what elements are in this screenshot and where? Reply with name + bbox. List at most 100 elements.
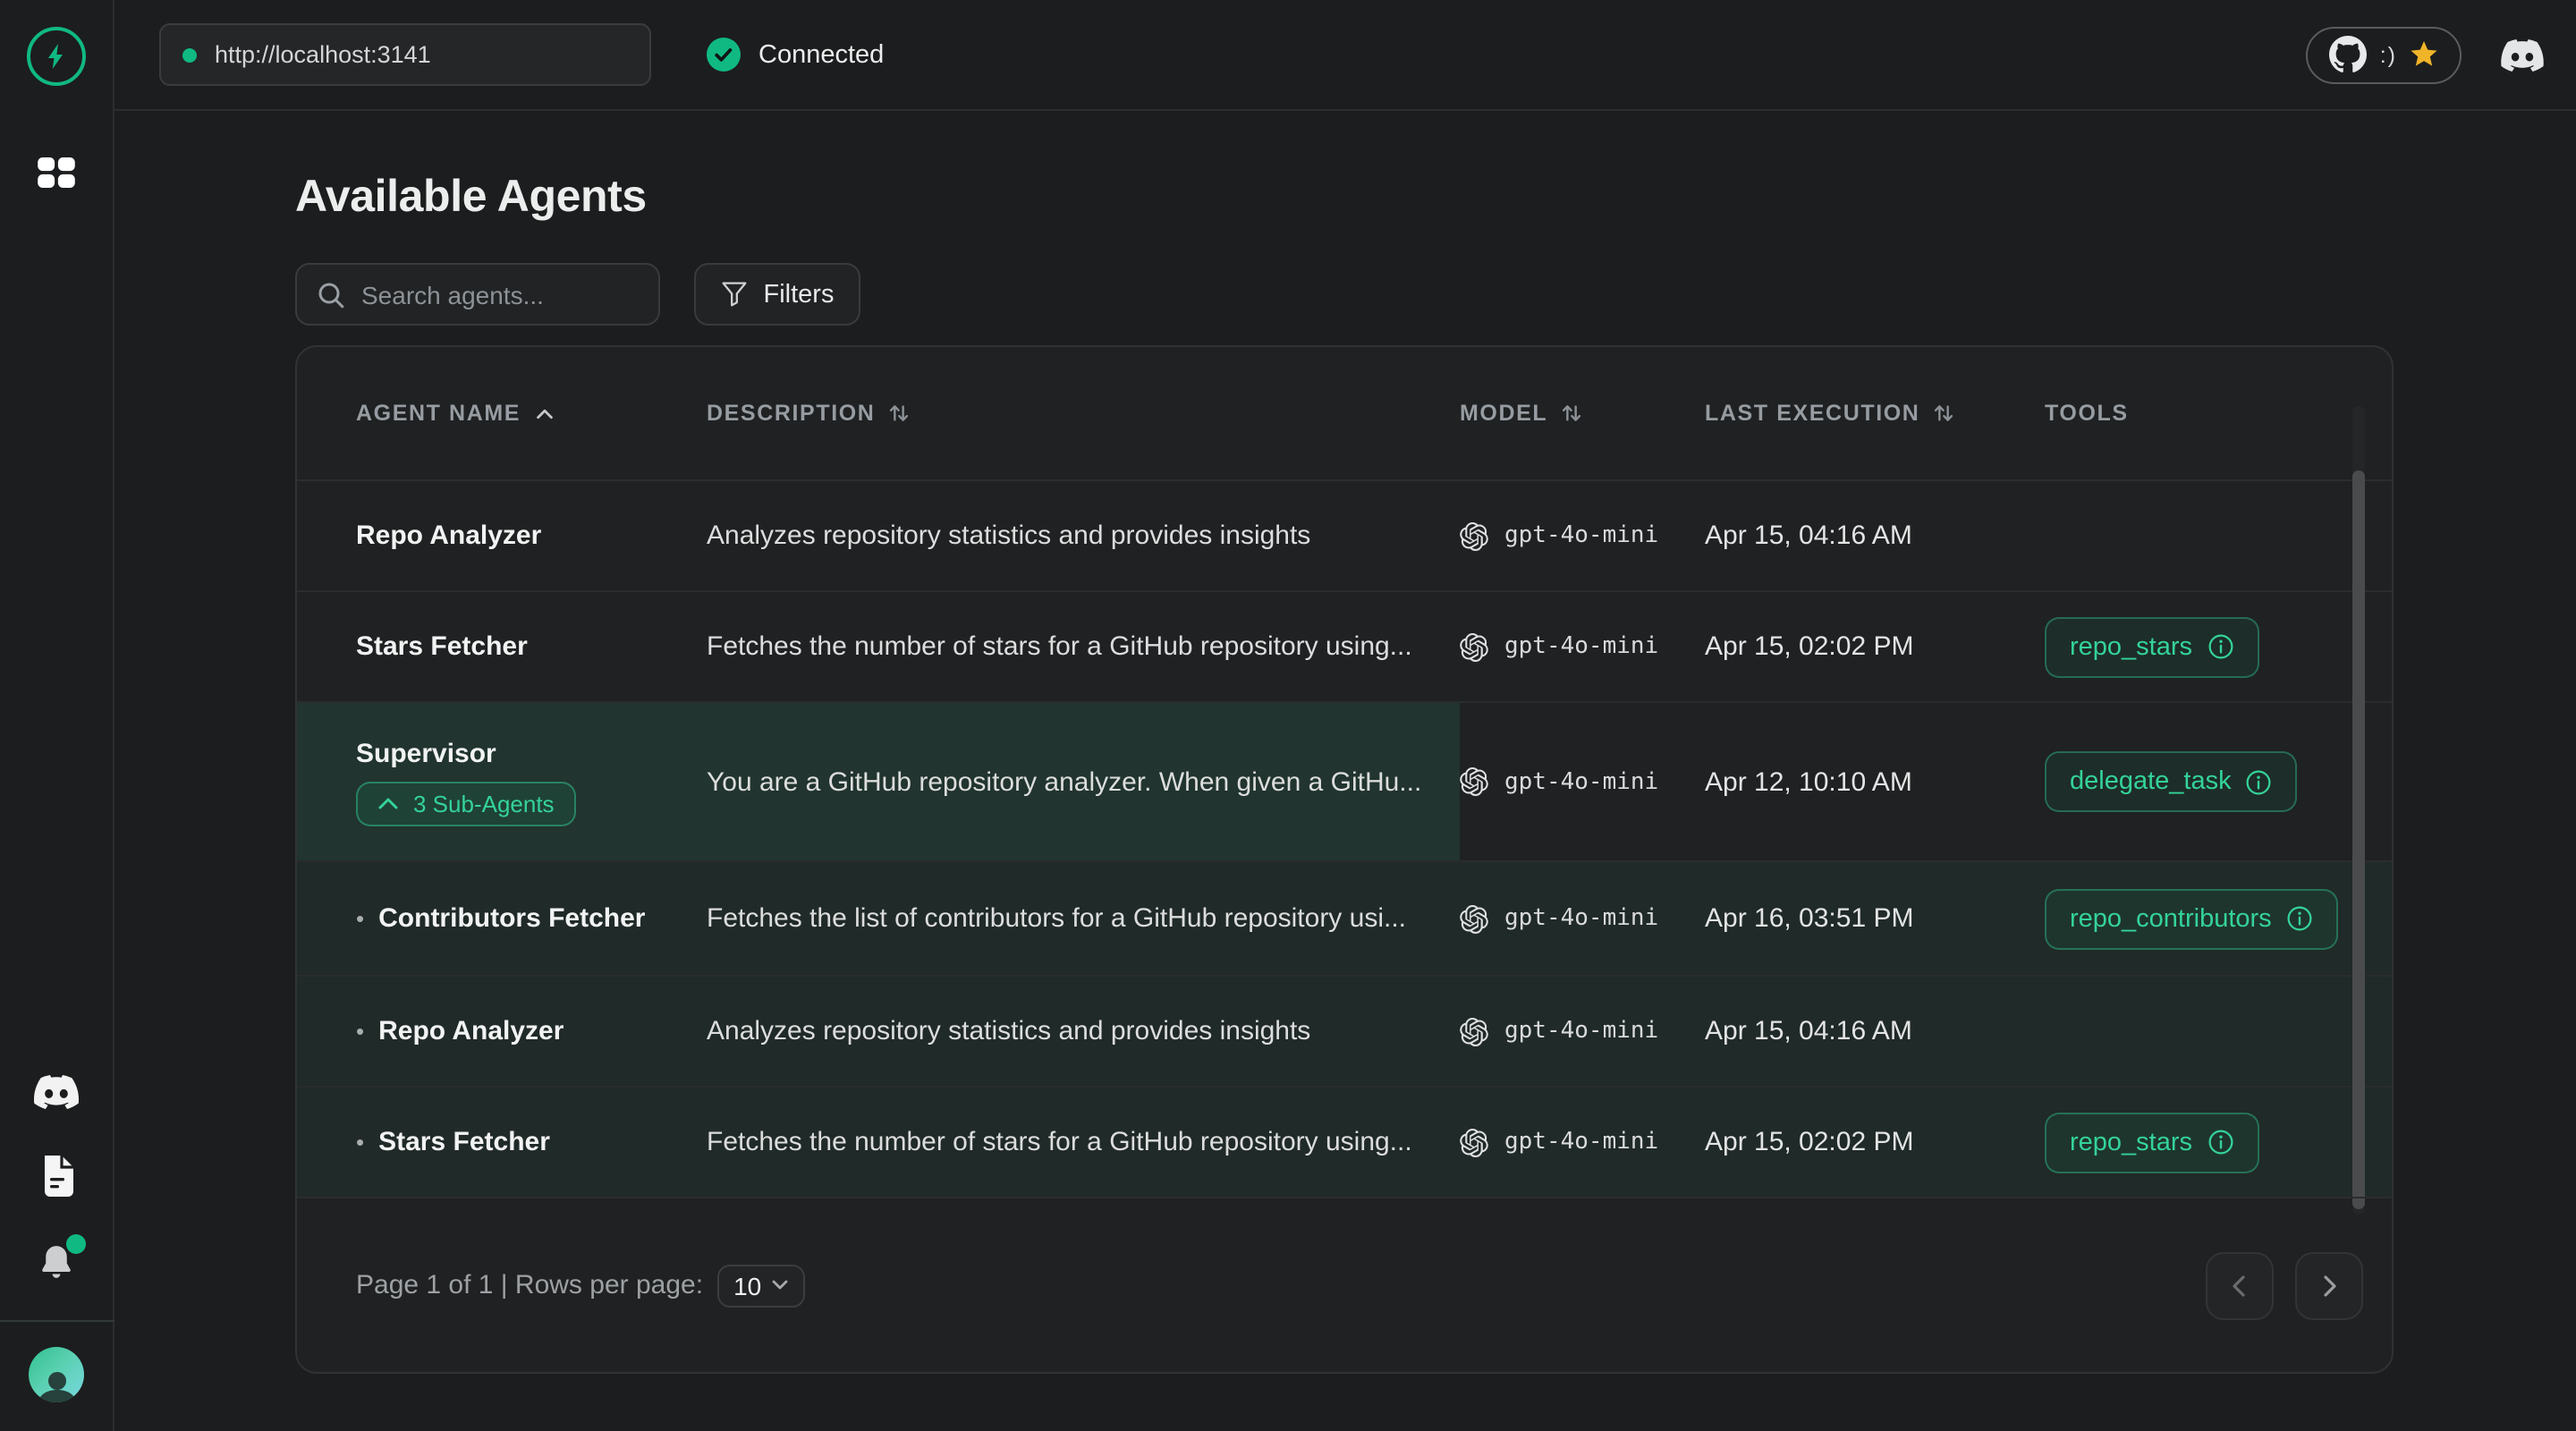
notification-dot — [66, 1234, 86, 1254]
sub-agents-toggle[interactable]: 3 Sub-Agents — [356, 781, 576, 826]
column-header-agent-name[interactable]: AGENT NAME — [297, 401, 707, 426]
tool-badge-repo-stars[interactable]: repo_stars — [2045, 1112, 2258, 1173]
sidebar-item-discord[interactable] — [34, 1075, 79, 1109]
info-icon — [2286, 905, 2313, 932]
sub-agent-bullet: • — [356, 1129, 364, 1156]
tools-cell: repo_stars — [2045, 616, 2394, 677]
sub-agent-bullet: • — [356, 1018, 364, 1045]
agent-model: gpt-4o-mini — [1460, 521, 1705, 550]
sidebar-item-dashboard[interactable] — [38, 157, 75, 188]
server-url-value: http://localhost:3141 — [215, 41, 431, 68]
column-header-model[interactable]: MODEL — [1460, 401, 1705, 426]
table-header-row: AGENT NAME DESCRIPTION MODEL — [297, 347, 2392, 481]
tool-name: repo_contributors — [2070, 904, 2272, 933]
tool-badge-repo-contributors[interactable]: repo_contributors — [2045, 888, 2338, 949]
column-label: TOOLS — [2045, 401, 2129, 426]
column-header-description[interactable]: DESCRIPTION — [707, 401, 1460, 426]
column-label: DESCRIPTION — [707, 401, 875, 426]
agent-model: gpt-4o-mini — [1460, 1128, 1705, 1156]
tool-name: repo_stars — [2070, 1128, 2192, 1156]
model-name: gpt-4o-mini — [1504, 768, 1658, 795]
sidebar-item-docs[interactable] — [38, 1156, 74, 1197]
connection-status: Connected — [707, 38, 884, 72]
model-name: gpt-4o-mini — [1504, 1018, 1658, 1045]
tools-cell: repo_stars — [2045, 1112, 2394, 1173]
tools-cell: repo_contributors — [2045, 888, 2394, 949]
model-name: gpt-4o-mini — [1504, 905, 1658, 932]
agent-description: Fetches the list of contributors for a G… — [707, 903, 1460, 934]
last-execution: Apr 15, 04:16 AM — [1705, 1016, 2045, 1046]
agent-name: Supervisor — [356, 738, 496, 768]
column-label: MODEL — [1460, 401, 1547, 426]
chevron-left-icon — [2225, 1271, 2254, 1300]
discord-icon — [2501, 38, 2544, 71]
sort-both-icon — [887, 401, 911, 426]
user-avatar[interactable] — [29, 1347, 84, 1402]
agent-name: Contributors Fetcher — [378, 903, 645, 934]
next-page-button[interactable] — [2295, 1251, 2363, 1319]
rows-per-page-value: 10 — [733, 1271, 761, 1300]
openai-icon — [1460, 1128, 1488, 1156]
agent-model: gpt-4o-mini — [1460, 767, 1705, 796]
last-execution: Apr 15, 04:16 AM — [1705, 521, 2045, 551]
info-icon — [2207, 633, 2233, 660]
table-pagination: Page 1 of 1 | Rows per page: 10 — [297, 1197, 2392, 1372]
search-agents-box[interactable] — [295, 263, 660, 326]
tool-badge-delegate-task[interactable]: delegate_task — [2045, 751, 2298, 812]
agent-name-cell: Supervisor 3 Sub-Agents — [297, 738, 707, 826]
agent-description: Fetches the number of stars for a GitHub… — [707, 1127, 1460, 1157]
main-content: Available Agents Filters AGENT NAME — [114, 111, 2576, 1431]
agent-description: Analyzes repository statistics and provi… — [707, 521, 1460, 551]
topbar: http://localhost:3141 Connected :) — [114, 0, 2576, 111]
table-row-repo-analyzer[interactable]: Repo Analyzer Analyzes repository statis… — [297, 481, 2392, 592]
openai-icon — [1460, 632, 1488, 661]
last-execution: Apr 15, 02:02 PM — [1705, 1127, 2045, 1157]
agent-name: Stars Fetcher — [378, 1127, 550, 1157]
model-name: gpt-4o-mini — [1504, 522, 1658, 549]
column-label: LAST EXECUTION — [1705, 401, 1919, 426]
agents-table-card: AGENT NAME DESCRIPTION MODEL — [295, 345, 2394, 1374]
rows-per-page-select[interactable]: 10 — [717, 1264, 804, 1307]
column-header-tools: TOOLS — [2045, 401, 2394, 426]
column-header-last-execution[interactable]: LAST EXECUTION — [1705, 401, 2045, 426]
chevron-down-icon — [770, 1279, 788, 1291]
table-row-sub-stars-fetcher[interactable]: • Stars Fetcher Fetches the number of st… — [297, 1088, 2392, 1198]
agent-name-cell: • Stars Fetcher — [297, 1127, 707, 1157]
sidebar-item-notifications[interactable] — [38, 1243, 75, 1281]
discord-link[interactable] — [2501, 38, 2544, 71]
sub-agents-count-label: 3 Sub-Agents — [413, 790, 555, 817]
agent-description: Analyzes repository statistics and provi… — [707, 1016, 1460, 1046]
sort-ascending-icon — [533, 402, 556, 425]
app-window: http://localhost:3141 Connected :) — [0, 0, 2576, 1431]
tool-name: repo_stars — [2070, 632, 2192, 661]
openai-icon — [1460, 521, 1488, 550]
document-icon — [38, 1156, 74, 1197]
tools-cell: delegate_task — [2045, 751, 2394, 812]
app-logo[interactable] — [27, 27, 86, 86]
table-row-supervisor[interactable]: Supervisor 3 Sub-Agents You are a GitHub… — [297, 703, 2392, 862]
openai-icon — [1460, 1017, 1488, 1046]
grid-icon — [38, 157, 75, 188]
agent-name: Stars Fetcher — [297, 631, 707, 662]
agent-name: Repo Analyzer — [378, 1016, 564, 1046]
table-scrollbar-thumb[interactable] — [2352, 470, 2365, 1209]
agent-description: You are a GitHub repository analyzer. Wh… — [707, 766, 1460, 797]
server-status-dot — [182, 47, 197, 62]
table-row-sub-repo-analyzer[interactable]: • Repo Analyzer Analyzes repository stat… — [297, 977, 2392, 1088]
table-row-stars-fetcher[interactable]: Stars Fetcher Fetches the number of star… — [297, 592, 2392, 703]
tool-badge-repo-stars[interactable]: repo_stars — [2045, 616, 2258, 677]
previous-page-button[interactable] — [2206, 1251, 2274, 1319]
column-label: AGENT NAME — [356, 401, 521, 426]
search-input[interactable] — [361, 280, 639, 309]
person-silhouette-icon — [33, 1367, 80, 1402]
table-row-sub-contributors-fetcher[interactable]: • Contributors Fetcher Fetches the list … — [297, 862, 2392, 977]
github-star-button[interactable]: :) — [2307, 26, 2462, 83]
search-icon — [317, 280, 345, 309]
sidebar-divider — [0, 1320, 114, 1322]
server-url-input[interactable]: http://localhost:3141 — [159, 23, 651, 86]
agent-name-cell: • Repo Analyzer — [297, 1016, 707, 1046]
github-icon — [2330, 36, 2368, 73]
filters-button[interactable]: Filters — [694, 263, 860, 326]
sort-both-icon — [1560, 401, 1583, 426]
star-icon — [2410, 41, 2438, 68]
